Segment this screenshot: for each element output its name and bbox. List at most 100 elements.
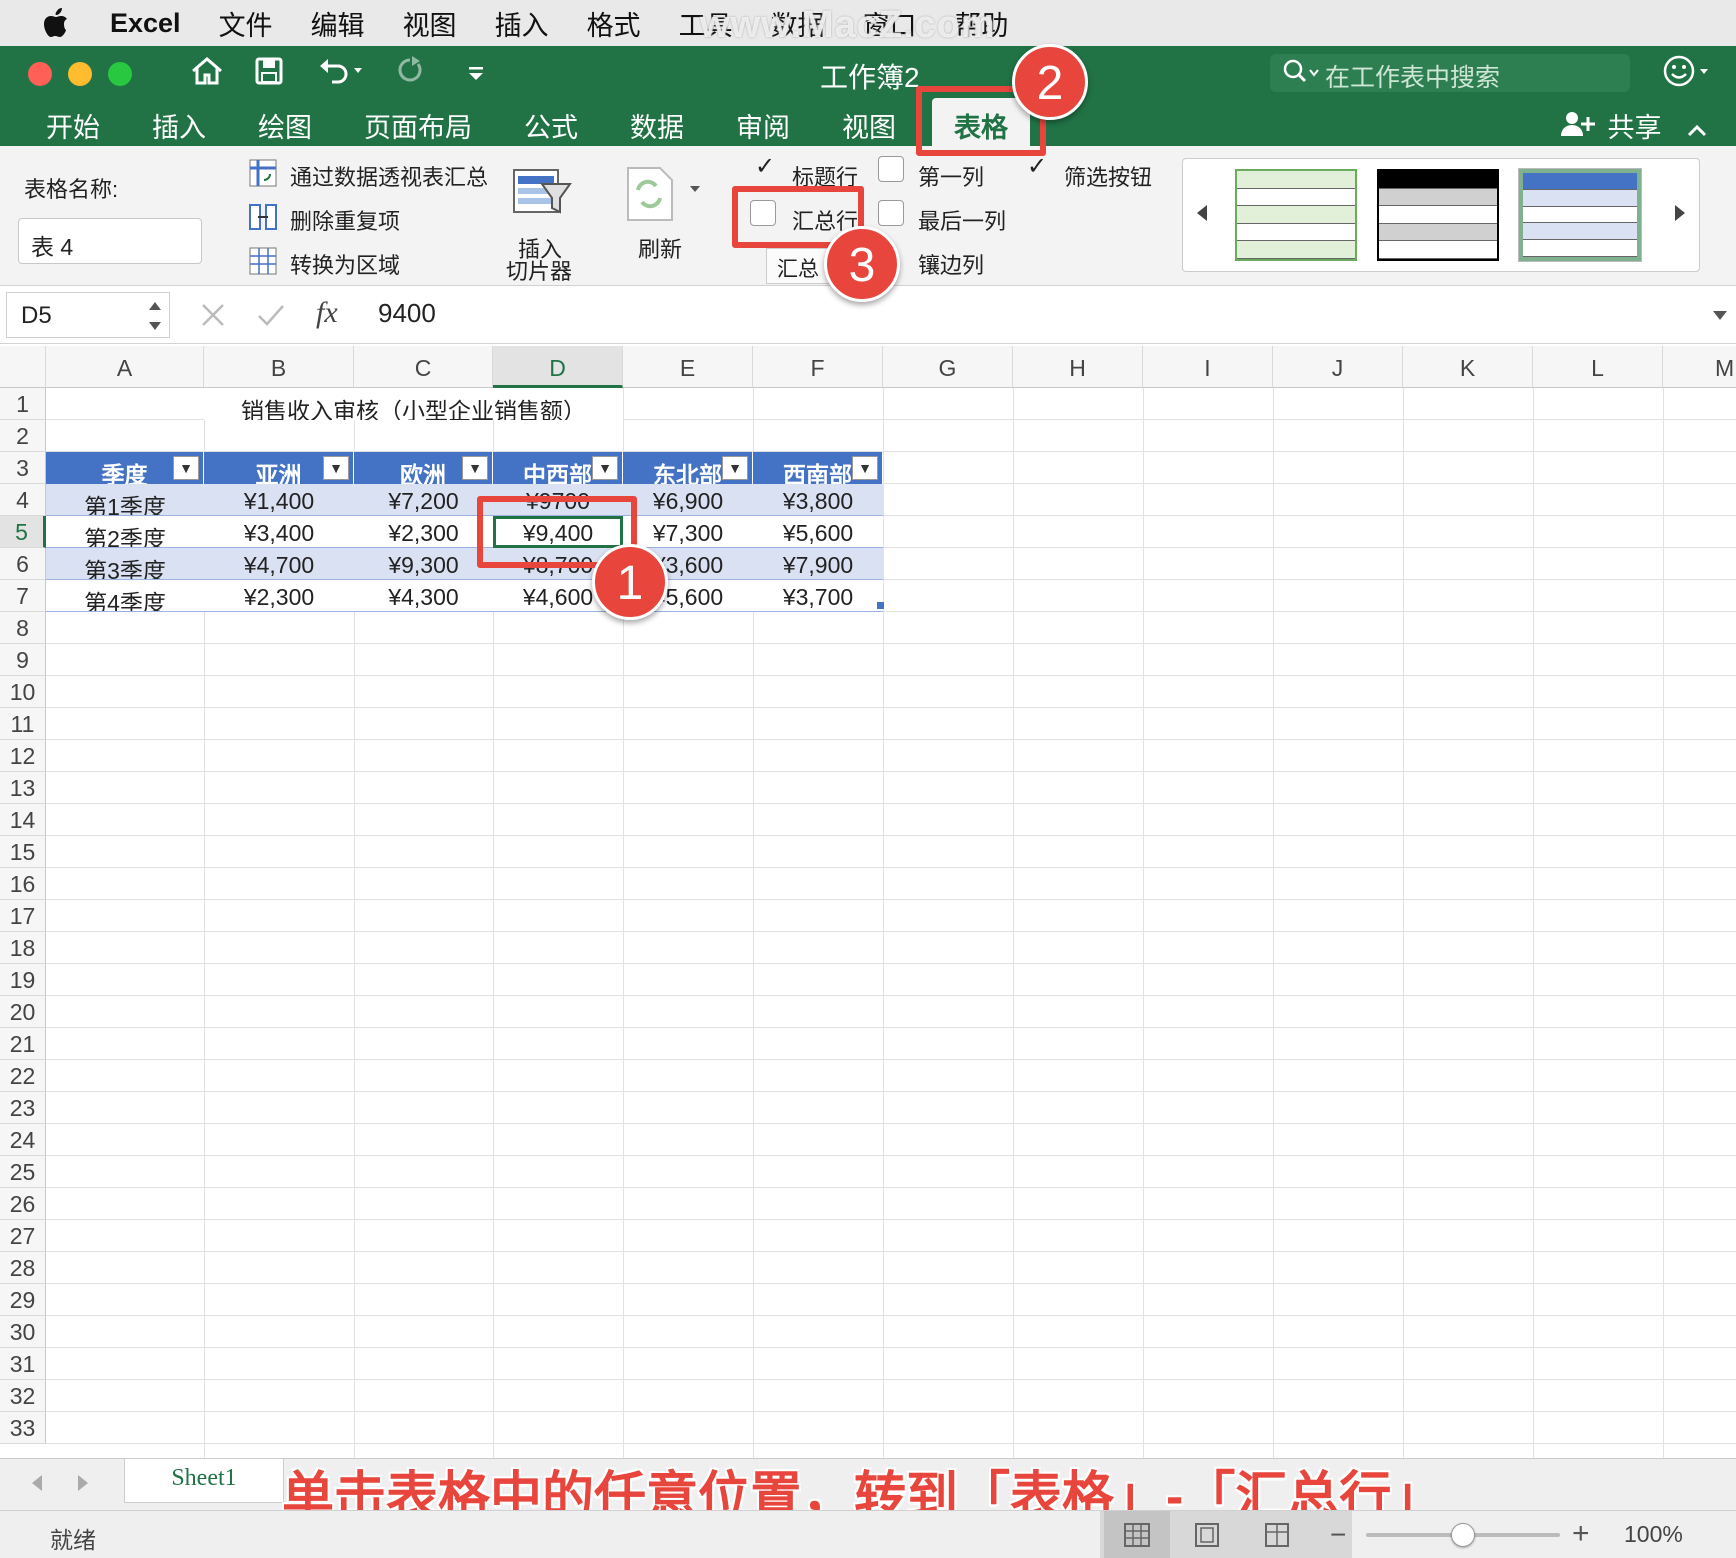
share-button[interactable]: 共享 bbox=[1560, 106, 1707, 145]
table-cell[interactable]: ¥4,700 bbox=[204, 548, 354, 580]
filter-button-checkbox[interactable]: ✓ bbox=[1024, 155, 1050, 182]
row-header-18[interactable]: 18 bbox=[0, 932, 46, 964]
table-cell[interactable]: ¥2,300 bbox=[204, 580, 354, 612]
menu-app-name[interactable]: Excel bbox=[110, 8, 181, 39]
row-header-26[interactable]: 26 bbox=[0, 1188, 46, 1220]
column-header-h[interactable]: H bbox=[1013, 346, 1143, 388]
formula-value[interactable]: 9400 bbox=[378, 298, 436, 329]
table-cell[interactable]: ¥4,300 bbox=[354, 580, 493, 612]
table-cell[interactable]: ¥7,200 bbox=[354, 484, 493, 516]
worksheet-grid[interactable]: A B C D E F G H I J K L M 1 2 3 4 5 6 7 8 9 10 11 1… bbox=[0, 346, 1736, 1458]
tab-formulas[interactable]: 公式 bbox=[524, 106, 578, 145]
last-column-label[interactable]: 最后一列 bbox=[918, 204, 1006, 236]
sheet-tab-sheet1[interactable]: Sheet1 bbox=[124, 1459, 284, 1503]
row-header-25[interactable]: 25 bbox=[0, 1156, 46, 1188]
table-cell[interactable]: ¥6,900 bbox=[623, 484, 753, 516]
gallery-next-icon[interactable] bbox=[1673, 203, 1687, 228]
row-header-8[interactable]: 8 bbox=[0, 612, 46, 644]
row-header-1[interactable]: 1 bbox=[0, 388, 46, 420]
summarize-pivot-button[interactable]: 通过数据透视表汇总 bbox=[290, 160, 488, 192]
row-header-28[interactable]: 28 bbox=[0, 1252, 46, 1284]
customize-toolbar-icon[interactable] bbox=[466, 56, 486, 94]
table-cell[interactable]: ¥2,300 bbox=[354, 516, 493, 548]
apple-logo-icon[interactable] bbox=[42, 7, 70, 39]
last-column-checkbox[interactable] bbox=[878, 200, 904, 226]
table-resize-handle[interactable] bbox=[877, 602, 884, 609]
column-header-l[interactable]: L bbox=[1533, 346, 1663, 388]
row-header-31[interactable]: 31 bbox=[0, 1348, 46, 1380]
tab-insert[interactable]: 插入 bbox=[152, 106, 206, 145]
menu-file[interactable]: 文件 bbox=[219, 4, 273, 43]
row-header-22[interactable]: 22 bbox=[0, 1060, 46, 1092]
minimize-window-button[interactable] bbox=[68, 62, 92, 86]
row-header-23[interactable]: 23 bbox=[0, 1092, 46, 1124]
table-style-black[interactable] bbox=[1377, 169, 1499, 261]
tab-view[interactable]: 视图 bbox=[842, 106, 896, 145]
table-header-europe[interactable]: 欧洲 ▼ bbox=[354, 452, 493, 484]
row-header-21[interactable]: 21 bbox=[0, 1028, 46, 1060]
menu-insert[interactable]: 插入 bbox=[495, 4, 549, 43]
page-break-view-icon[interactable] bbox=[1244, 1511, 1310, 1558]
row-header-16[interactable]: 16 bbox=[0, 868, 46, 900]
row-header-30[interactable]: 30 bbox=[0, 1316, 46, 1348]
column-header-a[interactable]: A bbox=[46, 346, 204, 388]
select-all-corner[interactable] bbox=[0, 346, 46, 388]
row-header-27[interactable]: 27 bbox=[0, 1220, 46, 1252]
tab-home[interactable]: 开始 bbox=[46, 106, 100, 145]
zoom-slider-track[interactable] bbox=[1366, 1523, 1560, 1547]
undo-icon[interactable] bbox=[316, 56, 364, 94]
header-row-checkbox[interactable]: ✓ bbox=[752, 155, 778, 182]
zoom-slider-thumb[interactable] bbox=[1451, 1523, 1475, 1547]
convert-to-range-button[interactable]: 转换为区域 bbox=[290, 248, 400, 280]
table-cell[interactable]: ¥3,700 bbox=[753, 580, 883, 612]
zoom-out-icon[interactable]: − bbox=[1330, 1519, 1346, 1551]
banded-columns-label[interactable]: 镶边列 bbox=[918, 248, 984, 280]
column-header-k[interactable]: K bbox=[1403, 346, 1533, 388]
close-window-button[interactable] bbox=[28, 62, 52, 86]
table-cell[interactable]: 第1季度 bbox=[46, 484, 204, 516]
collapse-ribbon-icon[interactable] bbox=[1687, 113, 1707, 143]
sheet-search-input[interactable]: 在工作表中搜索 bbox=[1270, 54, 1630, 92]
gallery-prev-icon[interactable] bbox=[1195, 203, 1209, 228]
row-header-7[interactable]: 7 bbox=[0, 580, 46, 612]
expand-formula-icon[interactable] bbox=[1712, 308, 1728, 326]
menu-format[interactable]: 格式 bbox=[587, 4, 641, 43]
name-box-stepper-icon[interactable] bbox=[146, 296, 164, 341]
tab-data[interactable]: 数据 bbox=[630, 106, 684, 145]
row-header-3[interactable]: 3 bbox=[0, 452, 46, 484]
column-header-j[interactable]: J bbox=[1273, 346, 1403, 388]
column-header-c[interactable]: C bbox=[354, 346, 493, 388]
row-header-13[interactable]: 13 bbox=[0, 772, 46, 804]
table-header-asia[interactable]: 亚洲 ▼ bbox=[204, 452, 354, 484]
table-cell[interactable]: ¥5,600 bbox=[753, 516, 883, 548]
cancel-formula-icon[interactable] bbox=[200, 302, 226, 333]
tab-review[interactable]: 审阅 bbox=[736, 106, 790, 145]
table-cell[interactable]: 第3季度 bbox=[46, 548, 204, 580]
row-header-4[interactable]: 4 bbox=[0, 484, 46, 516]
next-sheet-icon[interactable] bbox=[76, 1473, 90, 1498]
table-cell[interactable]: ¥7,300 bbox=[623, 516, 753, 548]
filter-dropdown-icon[interactable]: ▼ bbox=[323, 456, 349, 480]
column-header-d[interactable]: D bbox=[493, 346, 623, 388]
row-header-17[interactable]: 17 bbox=[0, 900, 46, 932]
row-header-10[interactable]: 10 bbox=[0, 676, 46, 708]
table-cell[interactable]: ¥9,300 bbox=[354, 548, 493, 580]
table-header-southwest[interactable]: 西南部 ▼ bbox=[753, 452, 883, 484]
filter-dropdown-icon[interactable]: ▼ bbox=[852, 456, 878, 480]
row-header-29[interactable]: 29 bbox=[0, 1284, 46, 1316]
filter-dropdown-icon[interactable]: ▼ bbox=[173, 456, 199, 480]
zoom-window-button[interactable] bbox=[108, 62, 132, 86]
filter-dropdown-icon[interactable]: ▼ bbox=[722, 456, 748, 480]
row-header-2[interactable]: 2 bbox=[0, 420, 46, 452]
table-cell[interactable]: ¥7,900 bbox=[753, 548, 883, 580]
remove-duplicates-button[interactable]: 删除重复项 bbox=[290, 204, 400, 236]
row-header-6[interactable]: 6 bbox=[0, 548, 46, 580]
normal-view-icon[interactable] bbox=[1104, 1511, 1170, 1558]
save-icon[interactable] bbox=[254, 56, 284, 94]
column-header-i[interactable]: I bbox=[1143, 346, 1273, 388]
menu-edit[interactable]: 编辑 bbox=[311, 4, 365, 43]
tab-draw[interactable]: 绘图 bbox=[258, 106, 312, 145]
column-header-b[interactable]: B bbox=[204, 346, 354, 388]
row-header-24[interactable]: 24 bbox=[0, 1124, 46, 1156]
first-column-checkbox[interactable] bbox=[878, 156, 904, 182]
